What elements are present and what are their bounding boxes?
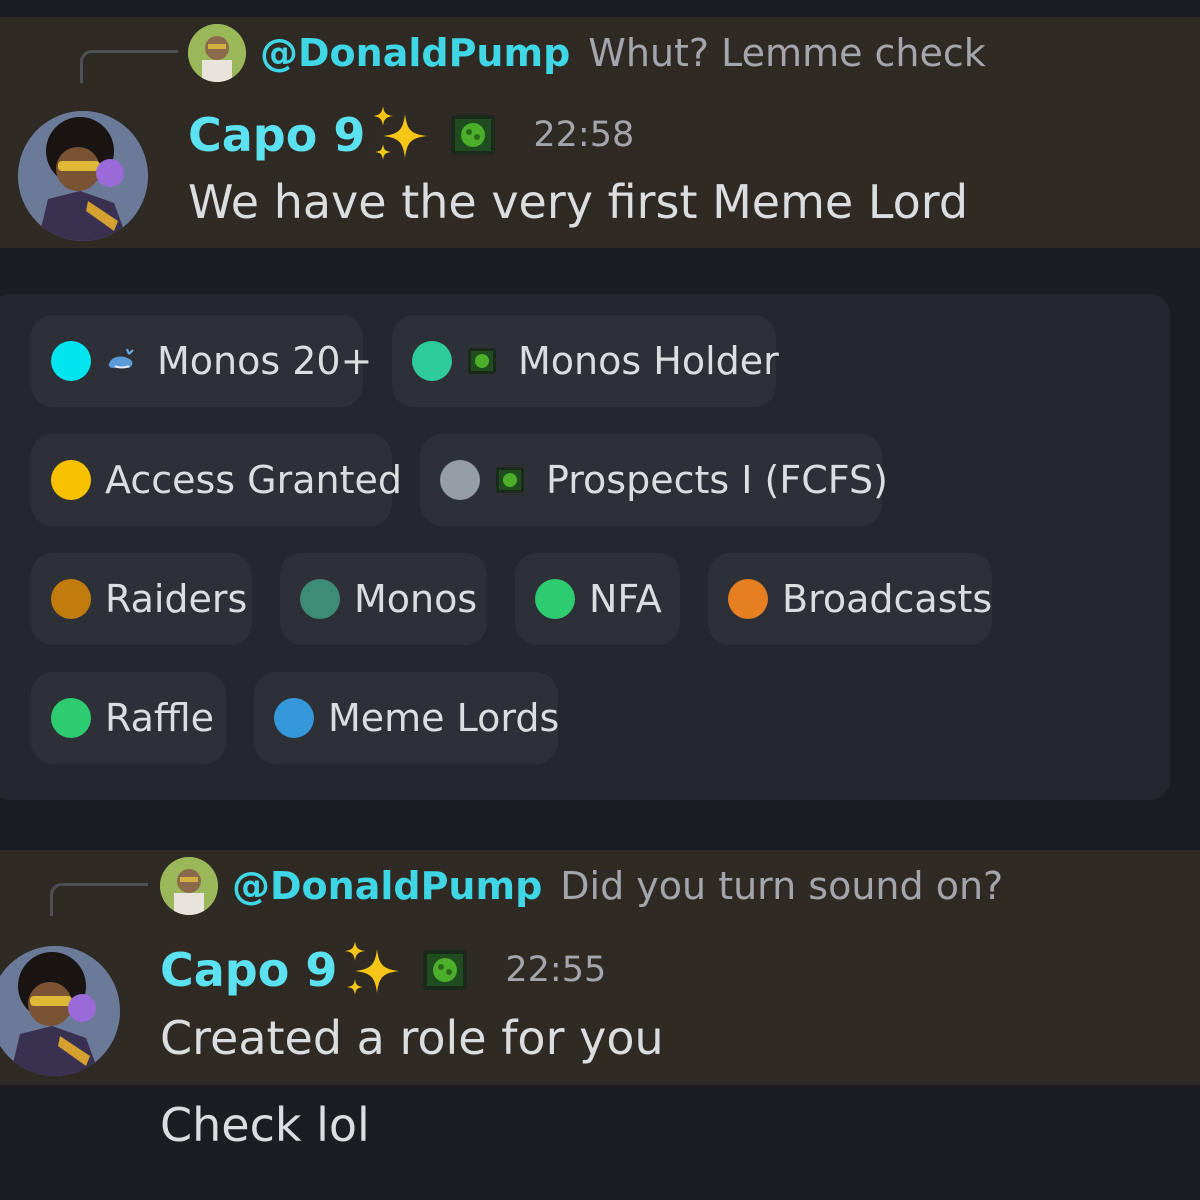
message-header: Capo 9 22:55 xyxy=(160,939,606,1001)
reply-connector xyxy=(50,883,148,916)
role-color-dot xyxy=(51,579,91,619)
message-followup: Check lol xyxy=(160,1098,370,1152)
role-color-dot xyxy=(51,341,91,381)
role-color-dot xyxy=(274,698,314,738)
monos-icon xyxy=(496,467,524,493)
role-pill-raiders[interactable]: Raiders xyxy=(31,553,252,645)
role-label: Monos xyxy=(354,577,478,621)
author-name[interactable]: Capo 9 xyxy=(188,108,365,162)
monos-icon xyxy=(468,348,496,374)
reply-connector xyxy=(80,50,178,83)
role-label: Prospects I (FCFS) xyxy=(546,458,888,502)
author-avatar[interactable] xyxy=(18,111,148,241)
timestamp[interactable]: 22:55 xyxy=(505,950,606,990)
message-highlighted[interactable]: @DonaldPump Did you turn sound on? Capo … xyxy=(0,850,1200,1085)
message-content: We have the very first Meme Lord xyxy=(188,175,969,229)
monos-badge-icon[interactable] xyxy=(449,113,497,157)
message-content: Created a role for you xyxy=(160,1011,664,1065)
monos-badge-icon[interactable] xyxy=(421,948,469,992)
role-color-dot xyxy=(412,341,452,381)
role-label: Monos 20+ xyxy=(157,339,373,383)
role-pill-broadcasts[interactable]: Broadcasts xyxy=(708,553,992,645)
role-pill-nfa[interactable]: NFA xyxy=(515,553,680,645)
reply-mention[interactable]: @DonaldPump xyxy=(232,864,542,908)
role-label: Raiders xyxy=(105,577,248,621)
reply-text[interactable]: Whut? Lemme check xyxy=(588,31,986,75)
message-highlighted[interactable]: @DonaldPump Whut? Lemme check Capo 9 22:… xyxy=(0,17,1200,248)
role-label: NFA xyxy=(589,577,662,621)
role-pill-prospects[interactable]: Prospects I (FCFS) xyxy=(420,434,888,526)
role-color-dot xyxy=(51,460,91,500)
whale-icon xyxy=(108,348,134,369)
role-list-panel: Monos 20+ Monos Holder Access Granted Pr… xyxy=(0,294,1170,800)
role-label: Monos Holder xyxy=(518,339,779,383)
message-header: Capo 9 22:58 xyxy=(188,104,634,166)
role-color-dot xyxy=(300,579,340,619)
role-pill-monos-20[interactable]: Monos 20+ xyxy=(31,315,372,407)
reply-avatar[interactable] xyxy=(188,24,246,82)
reply-text[interactable]: Did you turn sound on? xyxy=(560,864,1003,908)
sparkles-icon xyxy=(373,106,428,160)
role-label: Raffle xyxy=(105,696,214,740)
role-pill-access-granted[interactable]: Access Granted xyxy=(31,434,402,526)
reply-mention[interactable]: @DonaldPump xyxy=(260,31,570,75)
role-label: Meme Lords xyxy=(328,696,560,740)
reply-preview[interactable]: @DonaldPump Whut? Lemme check xyxy=(188,24,986,82)
role-color-dot xyxy=(51,698,91,738)
role-color-dot xyxy=(535,579,575,619)
author-name[interactable]: Capo 9 xyxy=(160,943,337,997)
reply-avatar[interactable] xyxy=(160,857,218,915)
role-color-dot xyxy=(440,460,480,500)
role-label: Access Granted xyxy=(105,458,403,502)
role-color-dot xyxy=(728,579,768,619)
author-avatar[interactable] xyxy=(0,946,120,1076)
sparkles-icon xyxy=(345,941,400,995)
reply-preview[interactable]: @DonaldPump Did you turn sound on? xyxy=(160,857,1003,915)
role-label: Broadcasts xyxy=(782,577,993,621)
role-pill-monos[interactable]: Monos xyxy=(280,553,487,645)
role-pill-raffle[interactable]: Raffle xyxy=(31,672,226,764)
role-pill-meme-lords[interactable]: Meme Lords xyxy=(254,672,560,764)
role-pill-monos-holder[interactable]: Monos Holder xyxy=(392,315,779,407)
timestamp[interactable]: 22:58 xyxy=(533,115,634,155)
